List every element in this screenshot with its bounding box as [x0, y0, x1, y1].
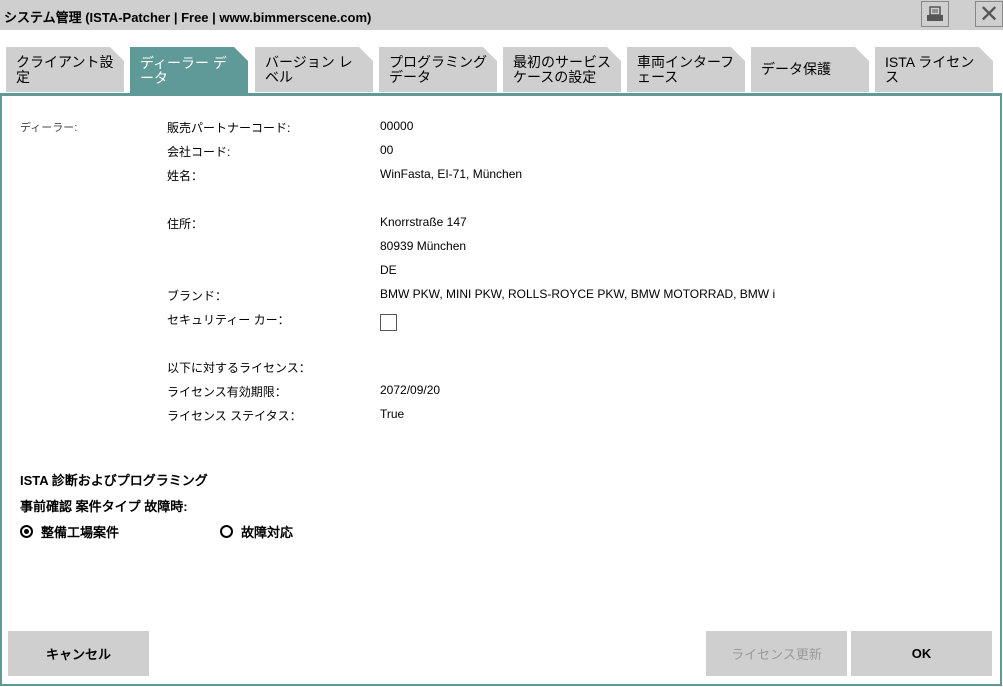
- radio-label: 整備工場案件: [41, 525, 120, 540]
- field-value: DE: [380, 263, 397, 277]
- tab-dealer-data[interactable]: ディーラー データ: [130, 47, 248, 95]
- radio-breakdown[interactable]: 故障対応: [220, 522, 293, 541]
- tab-label: ディーラー データ: [140, 55, 227, 86]
- field-value: 2072/09/20: [380, 383, 441, 397]
- tab-label: データ保護: [761, 61, 831, 77]
- tab-data-protection[interactable]: データ保護: [751, 47, 869, 92]
- field-label: 姓名：: [167, 169, 204, 183]
- field-label: セキュリティー カー：: [167, 313, 290, 327]
- field-label: ライセンス有効期限：: [167, 385, 287, 399]
- title-bar: システム管理 (ISTA-Patcher | Free | www.bimmer…: [0, 0, 1003, 30]
- tab-programming-data[interactable]: プログラミングデータ: [379, 47, 497, 92]
- license-update-button[interactable]: ライセンス更新: [706, 631, 847, 676]
- field-value: 00: [380, 143, 394, 157]
- ok-button[interactable]: OK: [851, 631, 992, 676]
- radio-workshop-case[interactable]: 整備工場案件: [20, 522, 119, 541]
- field-label: 会社コード:: [167, 145, 231, 159]
- tab-version-level[interactable]: バージョン レベル: [255, 47, 373, 92]
- field-label: 販売パートナーコード:: [167, 121, 291, 135]
- tab-label: プログラミングデータ: [389, 53, 487, 85]
- dealer-data-panel: [0, 93, 1002, 686]
- ista-subheading: 事前確認 案件タイプ 故障時:: [20, 499, 188, 514]
- radio-selected-icon: [20, 525, 33, 538]
- window-title: システム管理 (ISTA-Patcher | Free | www.bimmer…: [4, 10, 372, 25]
- field-label: ブランド：: [167, 289, 228, 303]
- tab-ista-license[interactable]: ISTA ライセンス: [875, 47, 993, 92]
- tab-label: バージョン レベル: [265, 53, 353, 85]
- field-label: 以下に対するライセンス：: [167, 361, 311, 375]
- cancel-button[interactable]: キャンセル: [8, 631, 149, 676]
- tab-client-settings[interactable]: クライアント設定: [6, 47, 124, 92]
- tab-label: 最初のサービスケースの設定: [513, 53, 611, 85]
- field-value: 80939 München: [380, 239, 467, 253]
- field-value: BMW PKW, MINI PKW, ROLLS-ROYCE PKW, BMW …: [380, 287, 776, 301]
- field-value: WinFasta, EI-71, München: [380, 167, 523, 181]
- field-label: ライセンス ステイタス：: [167, 409, 302, 423]
- close-icon: ✕: [978, 0, 1000, 28]
- radio-unselected-icon: [220, 525, 233, 538]
- tab-label: 車両インターフェース: [637, 53, 735, 85]
- close-button[interactable]: ✕: [975, 0, 1003, 28]
- tab-label: クライアント設定: [16, 53, 114, 85]
- field-label: 住所：: [167, 217, 204, 231]
- security-car-checkbox[interactable]: [380, 314, 397, 331]
- print-button[interactable]: [921, 1, 949, 27]
- ista-heading: ISTA 診断およびプログラミング: [20, 473, 208, 488]
- radio-label: 故障対応: [241, 525, 294, 540]
- tab-first-service-case[interactable]: 最初のサービスケースの設定: [503, 47, 621, 92]
- field-value: True: [380, 407, 405, 421]
- field-value: 00000: [380, 119, 414, 133]
- field-value: Knorrstraße 147: [380, 215, 467, 229]
- printer-icon: [927, 6, 943, 21]
- tab-label: ISTA ライセンス: [885, 53, 975, 85]
- tab-vehicle-interface[interactable]: 車両インターフェース: [627, 47, 745, 92]
- dealer-section-label: ディーラー:: [20, 122, 78, 134]
